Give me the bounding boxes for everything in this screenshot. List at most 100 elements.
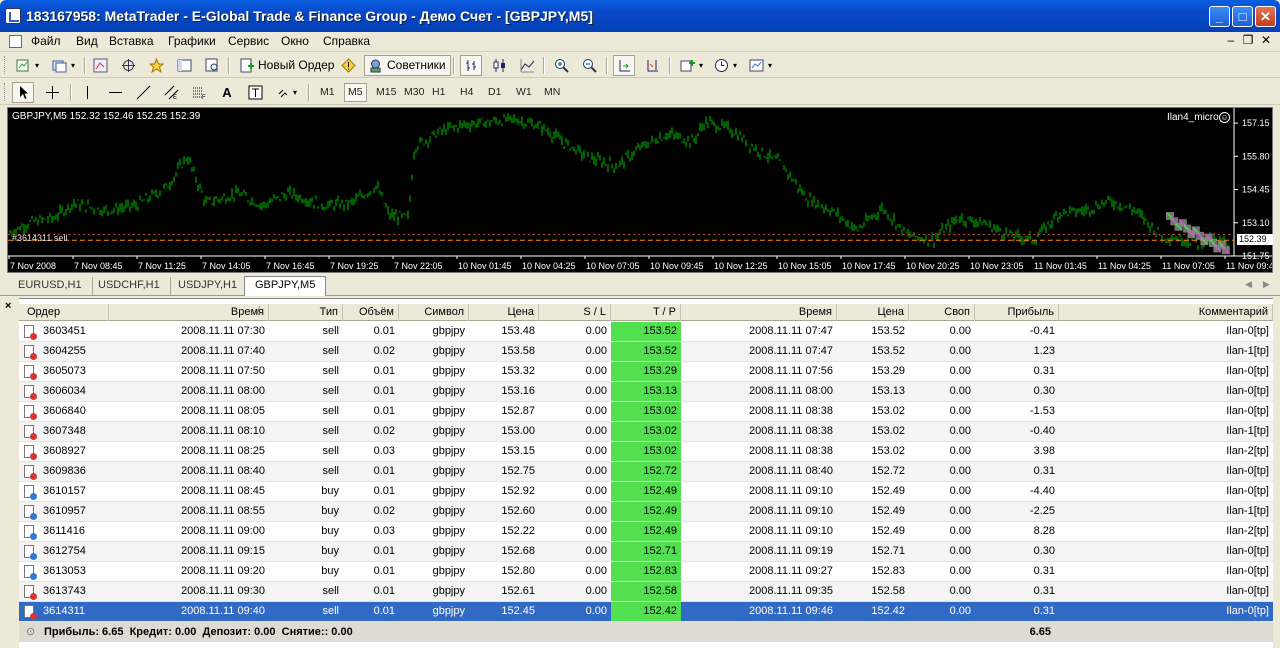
timeframe-h4-button[interactable]: H4 xyxy=(456,83,477,102)
table-row[interactable]: 3612754 2008.11.11 09:15 buy 0.01 gbpjpy 152.… xyxy=(19,542,1273,562)
menu-file[interactable]: Файл xyxy=(29,34,63,48)
menu-view[interactable]: Вид xyxy=(74,34,100,48)
timeframe-mn-button[interactable]: MN xyxy=(540,83,564,102)
chart-shift-button[interactable] xyxy=(641,55,663,76)
timeframe-m15-button[interactable]: M15 xyxy=(372,83,400,102)
column-header[interactable]: Комментарий xyxy=(1059,304,1273,321)
column-header[interactable]: Прибыль xyxy=(975,304,1059,321)
table-row[interactable]: 3605073 2008.11.11 07:50 sell 0.01 gbpjpy 153… xyxy=(19,362,1273,382)
timeframe-d1-button[interactable]: D1 xyxy=(484,83,505,102)
timeframe-h1-button[interactable]: H1 xyxy=(428,83,449,102)
table-row[interactable]: 3609836 2008.11.11 08:40 sell 0.01 gbpjpy 152… xyxy=(19,462,1273,482)
column-header[interactable]: S / L xyxy=(539,304,611,321)
column-header[interactable]: Цена xyxy=(469,304,539,321)
table-row[interactable]: 3603451 2008.11.11 07:30 sell 0.01 gbpjpy 153… xyxy=(19,322,1273,342)
horizontal-line-button[interactable] xyxy=(104,82,126,103)
close-button[interactable]: ✕ xyxy=(1255,6,1276,27)
vertical-line-button[interactable] xyxy=(76,82,98,103)
menu-charts[interactable]: Графики xyxy=(166,34,218,48)
column-header[interactable]: Своп xyxy=(909,304,975,321)
profiles-button[interactable]: ▾ xyxy=(48,55,80,76)
toolbar-grip[interactable] xyxy=(4,56,7,74)
tab-usdchf-h1[interactable]: USDCHF,H1 xyxy=(88,277,171,295)
equidistant-channel-button[interactable]: E xyxy=(160,82,182,103)
chart-canvas[interactable]: 157.15 155.80 154.45 153.10 151.75 7 Nov 2008… xyxy=(8,108,1272,272)
table-row[interactable]: 3607348 2008.11.11 08:10 sell 0.02 gbpjpy 153… xyxy=(19,422,1273,442)
column-header[interactable]: Объём xyxy=(343,304,399,321)
menu-tools[interactable]: Сервис xyxy=(226,34,271,48)
column-header[interactable]: Время xyxy=(109,304,269,321)
table-cell: gbpjpy xyxy=(432,325,465,337)
column-header[interactable]: Тип xyxy=(269,304,343,321)
tabs-scroll-left-icon[interactable]: ◀ xyxy=(1245,279,1252,290)
column-header[interactable]: T / P xyxy=(611,304,681,321)
terminal-button[interactable] xyxy=(173,55,195,76)
favorites-button[interactable] xyxy=(145,55,167,76)
bar-chart-button[interactable] xyxy=(460,55,482,76)
minimize-button[interactable]: _ xyxy=(1209,6,1230,27)
templates-button[interactable]: ▾ xyxy=(745,55,777,76)
terminal-close-icon[interactable]: × xyxy=(5,300,17,312)
column-header[interactable]: Ордер xyxy=(19,304,109,321)
candlestick-button[interactable] xyxy=(488,55,510,76)
navigator-button[interactable] xyxy=(117,55,139,76)
table-row[interactable]: 3613743 2008.11.11 09:30 sell 0.01 gbpjpy 152… xyxy=(19,582,1273,602)
metatrader-app-icon[interactable] xyxy=(5,8,21,24)
indicators-button[interactable]: ▾ xyxy=(676,55,708,76)
menu-help[interactable]: Справка xyxy=(321,34,372,48)
tab-usdjpy-h1[interactable]: USDJPY,H1 xyxy=(168,277,249,295)
experts-toggle-button[interactable]: Советники xyxy=(364,55,451,76)
column-header[interactable]: Цена xyxy=(837,304,909,321)
timeframe-m30-button[interactable]: M30 xyxy=(400,83,428,102)
fibonacci-button[interactable]: F xyxy=(188,82,210,103)
zoom-out-button[interactable] xyxy=(578,55,600,76)
alert-button[interactable] xyxy=(337,55,359,76)
terminal-scrollbar[interactable] xyxy=(1273,298,1280,648)
table-row[interactable]: 3614311 2008.11.11 09:40 sell 0.01 gbpjpy 152… xyxy=(19,602,1273,622)
tab-gbpjpy-m5[interactable]: GBPJPY,M5 xyxy=(244,276,327,296)
maximize-button[interactable]: □ xyxy=(1232,6,1253,27)
tabs-scroll-right-icon[interactable]: ▶ xyxy=(1263,279,1270,290)
crosshair-tool-button[interactable] xyxy=(41,82,63,103)
price-chart[interactable]: 157.15 155.80 154.45 153.10 151.75 7 Nov 2008… xyxy=(7,107,1273,273)
text-label-button[interactable] xyxy=(244,82,266,103)
timeframe-m1-button[interactable]: M1 xyxy=(316,83,339,102)
menu-insert[interactable]: Вставка xyxy=(107,34,156,48)
table-cell: 0.00 xyxy=(585,505,607,517)
text-tool-button[interactable]: A xyxy=(216,82,238,103)
new-chart-button[interactable]: ▾ xyxy=(12,55,44,76)
mdi-restore-icon[interactable]: ❐ xyxy=(1241,33,1255,47)
mdi-minimize-icon[interactable]: – xyxy=(1224,33,1238,47)
menu-window[interactable]: Окно xyxy=(279,34,311,48)
market-watch-button[interactable] xyxy=(89,55,111,76)
document-icon[interactable] xyxy=(9,35,22,48)
table-row[interactable]: 3608927 2008.11.11 08:25 sell 0.03 gbpjpy 153… xyxy=(19,442,1273,462)
zoom-in-button[interactable] xyxy=(550,55,572,76)
table-cell: 0.00 xyxy=(585,345,607,357)
cursor-tool-button[interactable] xyxy=(12,82,34,103)
table-row[interactable]: 3610957 2008.11.11 08:55 buy 0.02 gbpjpy 152.… xyxy=(19,502,1273,522)
mdi-close-icon[interactable]: ✕ xyxy=(1259,33,1273,47)
tab-eurusd-h1[interactable]: EURUSD,H1 xyxy=(8,277,93,295)
trendline-button[interactable] xyxy=(132,82,154,103)
line-chart-button[interactable] xyxy=(516,55,538,76)
timeframe-w1-button[interactable]: W1 xyxy=(512,83,536,102)
table-row[interactable]: 3606034 2008.11.11 08:00 sell 0.01 gbpjpy 153… xyxy=(19,382,1273,402)
table-row[interactable]: 3613053 2008.11.11 09:20 buy 0.01 gbpjpy 152.… xyxy=(19,562,1273,582)
table-row[interactable]: 3604255 2008.11.11 07:40 sell 0.02 gbpjpy 153… xyxy=(19,342,1273,362)
auto-scroll-button[interactable] xyxy=(613,55,635,76)
tester-button[interactable] xyxy=(201,55,223,76)
table-row[interactable]: 3611416 2008.11.11 09:00 buy 0.03 gbpjpy 152.… xyxy=(19,522,1273,542)
table-row[interactable]: 3606840 2008.11.11 08:05 sell 0.01 gbpjpy 152… xyxy=(19,402,1273,422)
timeframe-m5-button[interactable]: M5 xyxy=(344,83,367,102)
table-row[interactable]: 3610157 2008.11.11 08:45 buy 0.01 gbpjpy 152.… xyxy=(19,482,1273,502)
column-header[interactable]: Время xyxy=(681,304,837,321)
toolbar-grip[interactable] xyxy=(4,83,7,101)
table-cell: 0.00 xyxy=(585,405,607,417)
periods-button[interactable]: ▾ xyxy=(710,55,742,76)
table-cell: 3614311 xyxy=(43,605,86,617)
time-tick-label: 10 Nov 20:25 xyxy=(906,261,960,271)
new-order-button[interactable]: Новый Ордер xyxy=(235,55,339,76)
column-header[interactable]: Символ xyxy=(399,304,469,321)
arrows-button[interactable]: ▾ xyxy=(272,82,302,103)
